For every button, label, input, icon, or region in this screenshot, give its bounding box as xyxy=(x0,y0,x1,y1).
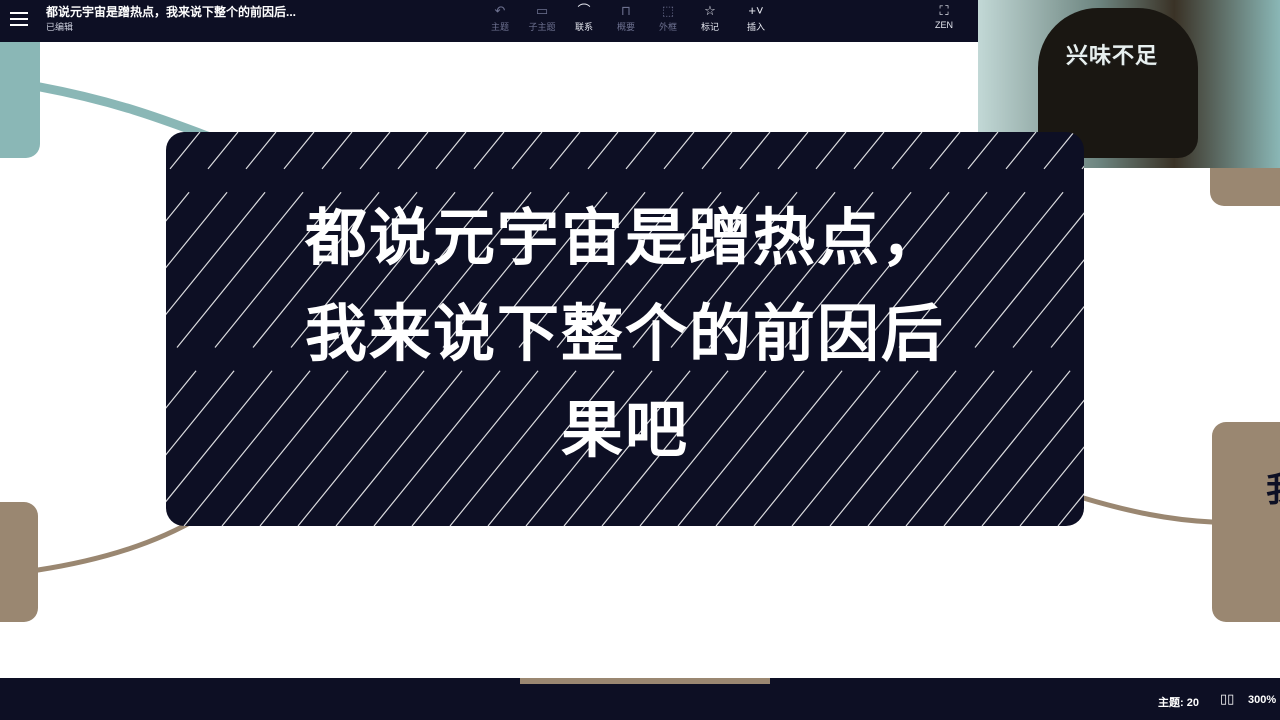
summary-label: 概要 xyxy=(616,22,635,32)
zen-button[interactable]: ⛶ ZEN xyxy=(924,2,964,30)
zoom-level[interactable]: 300% xyxy=(1248,694,1276,706)
relationship-button[interactable]: ⌒ 联系 xyxy=(564,2,604,33)
subtopic-label: 子主题 xyxy=(528,22,556,32)
subtopic-icon: ▭ xyxy=(535,3,549,18)
relationship-icon: ⌒ xyxy=(577,3,591,18)
topic-button[interactable]: ↶ 主题 xyxy=(480,2,520,33)
node-label-glyph: 我 xyxy=(1266,462,1280,511)
headline-line-3: 果吧 xyxy=(560,393,689,466)
headline: 都说元宇宙是蹭热点， 我来说下整个的前因后 果吧 xyxy=(166,190,1084,478)
relationship-label: 联系 xyxy=(574,22,593,32)
video-caption: 兴味不足 xyxy=(1066,43,1159,68)
topic-icon: ↶ xyxy=(494,3,506,18)
edit-status: 已编辑 xyxy=(46,22,74,32)
star-icon: ☆ xyxy=(704,3,716,18)
fullscreen-icon: ⛶ xyxy=(939,3,949,18)
summary-button[interactable]: ⊓ 概要 xyxy=(606,2,646,33)
bottom-status-bar: 主题: 20 ▯▯ 300% xyxy=(0,678,1280,720)
headline-line-2: 我来说下整个的前因后 xyxy=(304,297,945,370)
marker-label: 标记 xyxy=(700,22,719,32)
mindmap-node-right-bottom[interactable] xyxy=(1212,422,1280,622)
plus-icon: +˅ xyxy=(748,3,764,18)
mindmap-node-left-bottom[interactable] xyxy=(0,502,38,622)
summary-icon: ⊓ xyxy=(620,3,632,18)
title-card[interactable]: 都说元宇宙是蹭热点， 我来说下整个的前因后 果吧 xyxy=(166,132,1084,526)
topic-label: 主题 xyxy=(490,22,509,32)
boundary-label: 外框 xyxy=(658,22,677,32)
insert-button[interactable]: +˅ 插入 xyxy=(736,2,776,33)
boundary-button[interactable]: ⬚ 外框 xyxy=(648,2,688,33)
book-icon[interactable]: ▯▯ xyxy=(1220,691,1234,707)
menu-icon[interactable] xyxy=(8,8,30,30)
topic-count: 主题: 20 xyxy=(1158,697,1199,709)
headline-line-1: 都说元宇宙是蹭热点， xyxy=(304,201,945,274)
horizontal-scrollbar[interactable] xyxy=(520,678,770,684)
boundary-icon: ⬚ xyxy=(661,3,675,18)
mindmap-node-left-top[interactable] xyxy=(0,42,40,158)
document-title: 都说元宇宙是蹭热点，我来说下整个的前因后... xyxy=(46,5,297,19)
zen-label: ZEN xyxy=(935,20,953,30)
marker-button[interactable]: ☆ 标记 xyxy=(690,2,730,33)
subtopic-button[interactable]: ▭ 子主题 xyxy=(522,2,562,33)
insert-label: 插入 xyxy=(746,22,765,32)
